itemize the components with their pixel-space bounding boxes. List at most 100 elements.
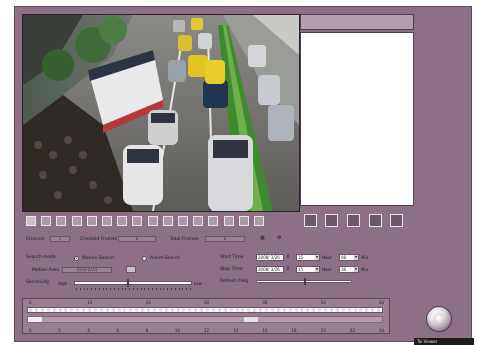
snapshot-button[interactable] — [390, 214, 403, 227]
camera-button-1[interactable] — [26, 216, 36, 226]
camera-button-5[interactable] — [86, 216, 97, 226]
timeline-hour-bar[interactable] — [27, 316, 383, 323]
timeline-minute-cell[interactable] — [52, 308, 56, 312]
alarm-search-radio[interactable] — [142, 256, 147, 261]
timeline-minute-cell[interactable] — [206, 308, 209, 312]
settings-icon[interactable]: ⚙ — [277, 235, 281, 241]
motion-search-radio[interactable] — [74, 256, 79, 261]
timeline-minute-cell[interactable] — [117, 308, 121, 312]
timeline-minute-cell[interactable] — [105, 308, 109, 312]
timeline-minute-cell[interactable] — [229, 308, 233, 312]
timeline-minute-cell[interactable] — [135, 308, 139, 312]
timeline-minute-cell[interactable] — [300, 308, 304, 312]
timeline-minute-cell[interactable] — [152, 308, 156, 312]
timeline-minute-cell[interactable] — [29, 308, 32, 312]
start-date-spinner-icon[interactable]: ⇕ — [286, 254, 290, 260]
timeline-minute-cell[interactable] — [200, 308, 204, 312]
pause-button[interactable] — [347, 214, 360, 227]
timeline-minute-cell[interactable] — [188, 308, 192, 312]
timeline-minute-cell[interactable] — [70, 308, 74, 312]
stop-button[interactable] — [369, 214, 382, 227]
timeline-minute-cell[interactable] — [365, 308, 369, 312]
timeline-minute-cell[interactable] — [99, 308, 103, 312]
timeline-minute-cell[interactable] — [182, 308, 186, 312]
play-forward-button[interactable] — [304, 214, 317, 227]
timeline-minute-cell[interactable] — [265, 308, 268, 312]
timeline-minute-cell[interactable] — [329, 308, 333, 312]
timeline-minute-cell[interactable] — [223, 308, 227, 312]
stop-date-spinner-icon[interactable]: ⇕ — [286, 266, 290, 272]
start-date-field[interactable]: 2008/ 3/26 — [256, 254, 284, 261]
camera-button-14[interactable] — [223, 216, 234, 226]
play-backward-button[interactable] — [325, 214, 338, 227]
timeline-minute-cell[interactable] — [347, 308, 351, 312]
timeline-minute-cell[interactable] — [235, 308, 239, 312]
timeline-minute-cell[interactable] — [123, 308, 127, 312]
camera-button-11[interactable] — [178, 216, 188, 226]
timeline-minute-cell[interactable] — [270, 308, 274, 312]
timeline-minute-cell[interactable] — [93, 308, 97, 312]
camera-button-6[interactable] — [102, 216, 112, 226]
timeline-minute-cell[interactable] — [335, 308, 339, 312]
export-icon[interactable]: ▦ — [260, 235, 265, 241]
timeline-minute-cell[interactable] — [253, 308, 257, 312]
stop-date-field[interactable]: 2008/ 3/26 — [256, 266, 284, 273]
timeline-minute-cell[interactable] — [147, 308, 150, 312]
camera-button-15[interactable] — [238, 216, 249, 226]
timeline-minute-cell[interactable] — [318, 308, 322, 312]
timeline-minute-cell[interactable] — [324, 308, 327, 312]
timeline-minute-cell[interactable] — [241, 308, 245, 312]
timeline-minute-cell[interactable] — [34, 308, 38, 312]
timeline-minute-cell[interactable] — [129, 308, 133, 312]
timeline-minute-cell[interactable] — [164, 308, 168, 312]
timeline-minute-cell[interactable] — [58, 308, 62, 312]
start-min-select[interactable]: 08 ▼ — [339, 254, 359, 261]
timeline-minute-cell[interactable] — [371, 308, 375, 312]
motion-area-pick-button[interactable] — [126, 266, 136, 273]
timeline-minute-cell[interactable] — [194, 308, 198, 312]
camera-button-9[interactable] — [147, 216, 158, 226]
timeline-minute-cell[interactable] — [306, 308, 310, 312]
timeline-highlight-segment[interactable] — [243, 317, 259, 322]
sensitivity-slider[interactable] — [74, 281, 192, 285]
timeline-minute-cell[interactable] — [282, 308, 286, 312]
timeline-minute-cell[interactable] — [217, 308, 221, 312]
camera-button-13[interactable] — [208, 216, 219, 226]
camera-button-2[interactable] — [41, 216, 52, 226]
timeline-minute-cell[interactable] — [111, 308, 115, 312]
stop-min-select[interactable]: 38 ▼ — [339, 266, 359, 273]
timeline-minute-cell[interactable] — [211, 308, 215, 312]
event-list[interactable] — [300, 32, 414, 206]
timeline-minute-cell[interactable] — [377, 308, 381, 312]
timeline-minute-bar[interactable] — [27, 307, 383, 313]
play-button[interactable] — [426, 306, 452, 332]
camera-button-4[interactable] — [71, 216, 82, 226]
sensitivity-slider-thumb[interactable] — [127, 279, 130, 287]
timeline-minute-cell[interactable] — [176, 308, 180, 312]
timeline-minute-cell[interactable] — [312, 308, 316, 312]
timeline-minute-cell[interactable] — [247, 308, 251, 312]
camera-button-3[interactable] — [56, 216, 67, 226]
timeline-minute-cell[interactable] — [259, 308, 263, 312]
timeline-minute-cell[interactable] — [82, 308, 86, 312]
timeline-minute-cell[interactable] — [353, 308, 357, 312]
timeline-minute-cell[interactable] — [64, 308, 68, 312]
timeline-minute-cell[interactable] — [46, 308, 50, 312]
camera-button-10[interactable] — [162, 216, 173, 226]
timeline-minute-cell[interactable] — [158, 308, 162, 312]
stop-hour-select[interactable]: 15 ▼ — [296, 266, 320, 273]
timeline-minute-cell[interactable] — [276, 308, 280, 312]
camera-button-12[interactable] — [193, 216, 204, 226]
timeline-minute-cell[interactable] — [341, 308, 345, 312]
video-feed[interactable] — [22, 14, 300, 212]
refresh-freq-slider-thumb[interactable] — [304, 278, 306, 285]
camera-button-16[interactable] — [254, 216, 264, 226]
timeline-current-marker[interactable] — [28, 317, 43, 322]
camera-button-8[interactable] — [132, 216, 143, 226]
start-hour-select[interactable]: 15 ▼ — [296, 254, 320, 261]
timeline-minute-cell[interactable] — [170, 308, 174, 312]
timeline-minute-cell[interactable] — [288, 308, 292, 312]
timeline-minute-cell[interactable] — [141, 308, 145, 312]
timeline-minute-cell[interactable] — [359, 308, 363, 312]
timeline-minute-cell[interactable] — [88, 308, 91, 312]
